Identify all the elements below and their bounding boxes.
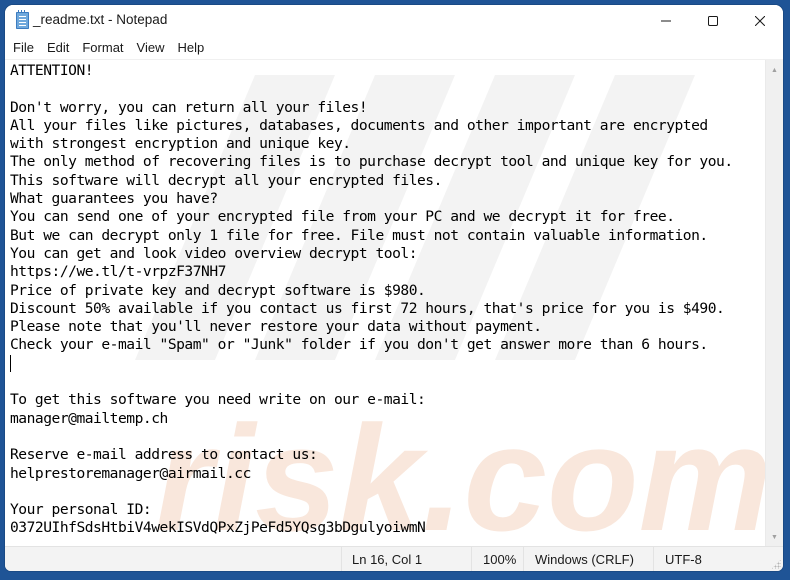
menu-bar: File Edit Format View Help <box>5 37 783 60</box>
text-line[interactable]: manager@mailtemp.ch <box>10 410 733 428</box>
maximize-button[interactable] <box>689 5 736 37</box>
scroll-down-arrow-icon[interactable]: ▼ <box>766 530 783 544</box>
status-cursor-position: Ln 16, Col 1 <box>341 547 471 571</box>
text-line[interactable]: Check your e-mail "Spam" or "Junk" folde… <box>10 336 733 354</box>
text-line[interactable]: Discount 50% available if you contact us… <box>10 300 733 318</box>
notepad-icon <box>16 10 29 29</box>
menu-format[interactable]: Format <box>77 38 128 58</box>
text-line[interactable] <box>10 483 733 501</box>
menu-edit[interactable]: Edit <box>42 38 74 58</box>
text-line[interactable]: 0372UIhfSdsHtbiV4wekISVdQPxZjPeFd5YQsg3b… <box>10 519 733 537</box>
menu-file[interactable]: File <box>8 38 39 58</box>
text-line[interactable]: You can get and look video overview decr… <box>10 245 733 263</box>
text-line[interactable]: Reserve e-mail address to contact us: <box>10 446 733 464</box>
vertical-scrollbar[interactable]: ▲ ▼ <box>765 60 783 547</box>
text-caret <box>10 354 11 372</box>
text-line[interactable]: https://we.tl/t-vrpzF37NH7 <box>10 263 733 281</box>
text-line[interactable]: The only method of recovering files is t… <box>10 153 733 171</box>
text-line[interactable]: helprestoremanager@airmail.cc <box>10 465 733 483</box>
text-line[interactable]: Don't worry, you can return all your fil… <box>10 99 733 117</box>
title-bar[interactable]: _readme.txt - Notepad <box>5 5 783 37</box>
status-bar: Ln 16, Col 1 100% Windows (CRLF) UTF-8 <box>5 546 783 571</box>
text-editor[interactable]: risk.com ATTENTION! Don't worry, you can … <box>5 60 766 547</box>
text-line[interactable]: Please note that you'll never restore yo… <box>10 318 733 336</box>
text-line[interactable]: Your personal ID: <box>10 501 733 519</box>
window-controls <box>642 5 783 37</box>
minimize-icon <box>660 20 671 22</box>
menu-help[interactable]: Help <box>172 38 209 58</box>
status-encoding: UTF-8 <box>653 547 783 571</box>
text-line[interactable]: ATTENTION! <box>10 62 733 80</box>
text-line[interactable] <box>10 428 733 446</box>
text-line[interactable]: You can send one of your encrypted file … <box>10 208 733 226</box>
scroll-up-arrow-icon[interactable]: ▲ <box>766 63 783 77</box>
text-line[interactable]: But we can decrypt only 1 file for free.… <box>10 227 733 245</box>
close-icon <box>754 16 765 26</box>
text-line[interactable] <box>10 354 733 373</box>
text-line[interactable]: All your files like pictures, databases,… <box>10 117 733 135</box>
text-line[interactable]: To get this software you need write on o… <box>10 391 733 409</box>
status-line-ending: Windows (CRLF) <box>523 547 653 571</box>
window-title: _readme.txt - Notepad <box>33 12 168 27</box>
minimize-button[interactable] <box>642 5 689 37</box>
text-line[interactable] <box>10 80 733 98</box>
text-line[interactable]: This software will decrypt all your encr… <box>10 172 733 190</box>
text-line[interactable] <box>10 373 733 391</box>
close-button[interactable] <box>736 5 783 37</box>
notepad-window: _readme.txt - Notepad File Edit Format V… <box>5 5 783 571</box>
maximize-icon <box>707 16 718 26</box>
text-line[interactable]: with strongest encryption and unique key… <box>10 135 733 153</box>
status-zoom: 100% <box>471 547 523 571</box>
text-line[interactable]: What guarantees you have? <box>10 190 733 208</box>
menu-view[interactable]: View <box>132 38 170 58</box>
document-text[interactable]: ATTENTION! Don't worry, you can return al… <box>10 62 733 538</box>
text-line[interactable]: Price of private key and decrypt softwar… <box>10 282 733 300</box>
